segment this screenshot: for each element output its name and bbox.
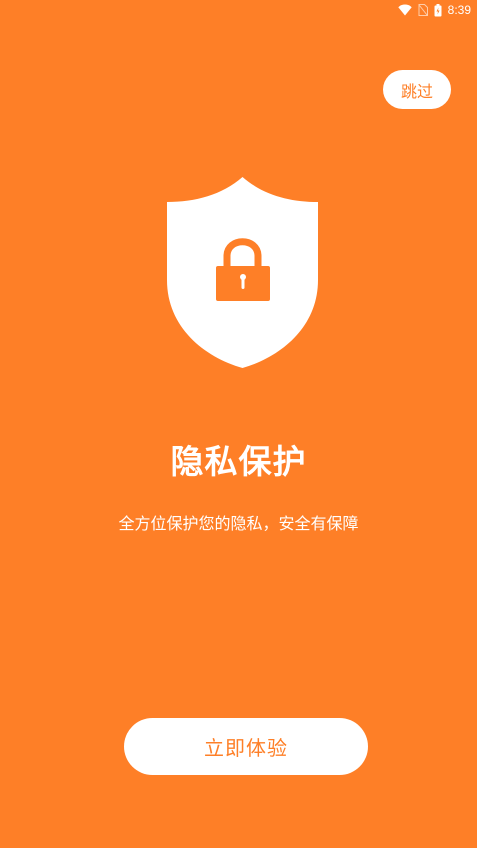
sim-icon <box>418 4 428 16</box>
start-button[interactable]: 立即体验 <box>124 718 368 775</box>
skip-button[interactable]: 跳过 <box>383 70 451 109</box>
status-icons: 8:39 <box>397 2 471 18</box>
status-time: 8:39 <box>447 3 471 17</box>
status-bar: 8:39 <box>0 0 477 20</box>
page-subtitle: 全方位保护您的隐私，安全有保障 <box>118 514 359 533</box>
battery-icon <box>434 3 442 16</box>
page-title: 隐私保护 <box>170 442 307 481</box>
wifi-icon <box>397 4 412 16</box>
shield-lock-icon <box>167 177 318 368</box>
